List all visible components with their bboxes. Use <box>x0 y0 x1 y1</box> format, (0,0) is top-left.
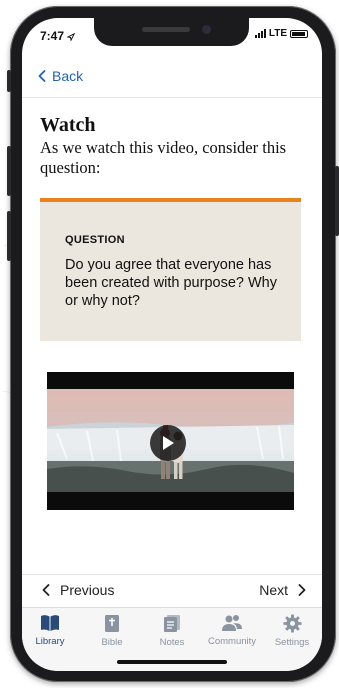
front-camera <box>202 25 211 34</box>
speaker <box>142 27 190 32</box>
tab-community[interactable]: Community <box>202 614 262 647</box>
gear-icon <box>282 614 302 633</box>
tab-notes-label: Notes <box>159 637 185 648</box>
tab-settings[interactable]: Settings <box>262 614 322 648</box>
video-thumbnail <box>47 389 294 492</box>
next-label: Next <box>259 582 288 598</box>
volume-up-button <box>7 146 11 196</box>
page-title: Watch <box>40 114 96 136</box>
bible-icon <box>105 615 119 632</box>
status-time-text: 7:47 <box>40 29 65 43</box>
notes-icon <box>164 615 180 632</box>
back-label: Back <box>52 68 84 84</box>
signal-bars-icon <box>254 29 266 38</box>
tab-bible-label: Bible <box>101 637 123 648</box>
question-card: QUESTION Do you agree that everyone has … <box>40 198 301 341</box>
next-button[interactable]: Next <box>259 582 306 598</box>
question-label: QUESTION <box>65 234 125 246</box>
volume-down-button <box>7 211 11 261</box>
previous-button[interactable]: Previous <box>42 582 114 598</box>
status-time: 7:47 <box>40 29 76 43</box>
tab-notes[interactable]: Notes <box>142 614 202 648</box>
home-indicator[interactable] <box>117 660 227 664</box>
tab-bar: Library Bible Notes Community Settings <box>22 607 322 671</box>
book-icon <box>41 615 59 631</box>
power-button <box>335 166 339 236</box>
back-button[interactable]: Back <box>38 68 83 84</box>
play-button[interactable] <box>150 425 186 461</box>
tab-library-label: Library <box>35 636 65 647</box>
header-divider <box>22 97 322 98</box>
video-player[interactable] <box>47 372 294 510</box>
network-type: LTE <box>268 28 287 39</box>
location-arrow-icon <box>66 32 76 42</box>
status-indicators: LTE <box>254 28 308 39</box>
question-text: Do you agree that everyone has been crea… <box>65 257 277 309</box>
battery-icon <box>290 29 308 38</box>
chevron-left-icon <box>38 70 46 82</box>
pager-divider <box>22 574 322 575</box>
chevron-right-icon <box>298 584 306 596</box>
phone-screen: 7:47 LTE Back Watch As we watch this vid… <box>22 18 322 671</box>
tab-settings-label: Settings <box>274 637 310 648</box>
page-subtitle: As we watch this video, consider this qu… <box>40 138 287 177</box>
chevron-left-icon <box>42 584 50 596</box>
play-icon <box>163 436 174 450</box>
tab-library[interactable]: Library <box>22 614 80 647</box>
previous-label: Previous <box>60 582 115 598</box>
tab-community-label: Community <box>207 636 257 647</box>
tab-bible[interactable]: Bible <box>82 614 142 648</box>
notch <box>94 18 249 46</box>
people-icon <box>222 615 242 631</box>
mute-switch <box>7 70 11 92</box>
